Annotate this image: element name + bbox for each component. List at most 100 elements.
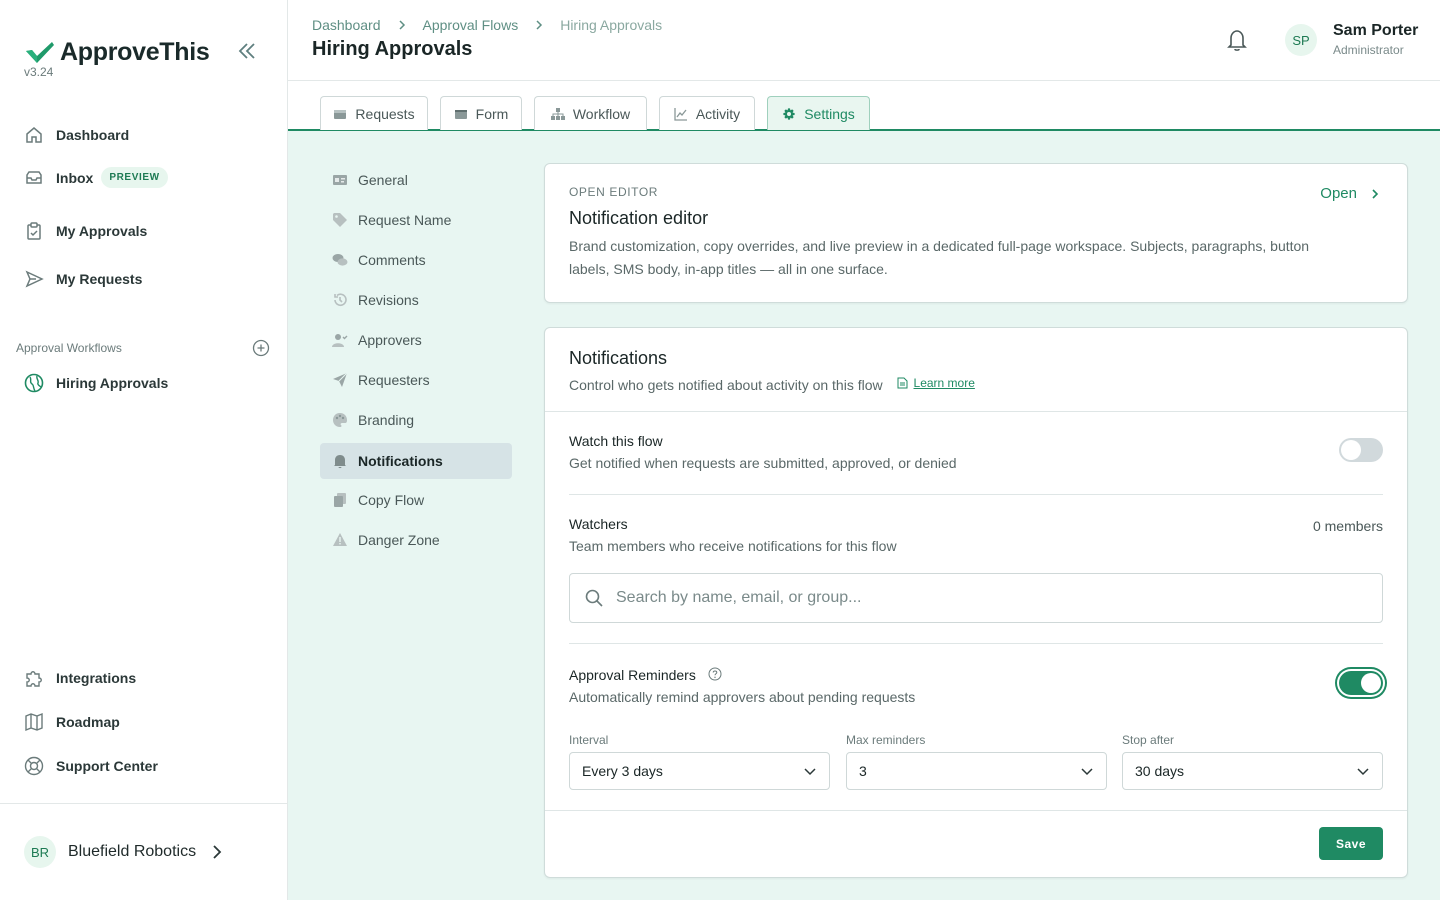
- settings-nav-general[interactable]: General: [320, 162, 512, 198]
- settings-nav-branding[interactable]: Branding: [320, 402, 512, 438]
- tab-label: Activity: [695, 105, 741, 122]
- save-button[interactable]: Save: [1319, 827, 1383, 860]
- page-header: Dashboard Approval Flows Hiring Approval…: [288, 0, 1440, 81]
- max-reminders-value: 3: [859, 763, 867, 779]
- watchers-search-input[interactable]: [616, 589, 1376, 607]
- reminders-subtitle: Automatically remind approvers about pen…: [569, 689, 916, 705]
- sidebar-item-label: Roadmap: [56, 714, 120, 730]
- editor-description-line: Brand customization, copy overrides, and…: [569, 238, 1310, 254]
- card-footer-divider: [545, 810, 1407, 811]
- section-divider: [569, 643, 1383, 644]
- user-check-icon: [332, 334, 348, 347]
- globe-icon: [24, 373, 44, 393]
- sidebar-item-support-center[interactable]: Support Center: [24, 756, 158, 776]
- tab-requests[interactable]: Requests: [320, 96, 428, 130]
- chevron-down-icon: [804, 768, 816, 776]
- puzzle-icon: [26, 671, 42, 687]
- org-switcher[interactable]: BR Bluefield Robotics: [24, 836, 224, 868]
- settings-nav-label: Comments: [358, 252, 426, 268]
- clipboard-icon: [27, 222, 41, 240]
- chevron-right-icon: [536, 20, 543, 30]
- settings-nav-label: Notifications: [358, 453, 443, 469]
- watchers-title: Watchers: [569, 516, 628, 532]
- add-workflow-icon[interactable]: [252, 339, 270, 357]
- editor-description-line: labels, SMS body, in-app titles — all in…: [569, 261, 888, 277]
- tab-label: Form: [475, 105, 509, 122]
- settings-nav-danger-zone[interactable]: Danger Zone: [320, 522, 512, 558]
- settings-nav-requesters[interactable]: Requesters: [320, 362, 512, 398]
- settings-nav-request-name[interactable]: Request Name: [320, 202, 512, 238]
- workflows-section-label: Approval Workflows: [16, 341, 122, 355]
- user-name[interactable]: Sam Porter: [1333, 22, 1418, 40]
- gear-icon: [783, 107, 795, 120]
- settings-nav-notifications[interactable]: Notifications: [320, 443, 512, 479]
- sidebar-item-my-approvals[interactable]: My Approvals: [24, 221, 147, 241]
- notifications-card: Notifications Control who gets notified …: [544, 327, 1408, 878]
- sidebar-item-label: Hiring Approvals: [56, 375, 169, 391]
- settings-nav-revisions[interactable]: Revisions: [320, 282, 512, 318]
- collapse-sidebar-icon[interactable]: [236, 40, 258, 62]
- app-name: ApproveThis: [60, 38, 210, 66]
- learn-more-link[interactable]: Learn more: [897, 376, 975, 390]
- org-avatar: BR: [24, 836, 56, 868]
- tab-label: Workflow: [572, 105, 631, 122]
- learn-more-label: Learn more: [913, 376, 975, 390]
- chevron-right-icon: [1372, 188, 1379, 199]
- inbox-icon: [26, 170, 42, 184]
- max-reminders-select[interactable]: 3: [846, 752, 1107, 790]
- chevron-right-icon: [213, 845, 222, 859]
- watch-flow-toggle[interactable]: [1339, 438, 1383, 462]
- checkmark-logo-icon: [26, 41, 54, 63]
- tab-label: Requests: [355, 105, 415, 122]
- send-icon: [25, 270, 44, 288]
- app-version: v3.24: [24, 65, 54, 79]
- warning-icon: [333, 533, 347, 546]
- breadcrumb-approval-flows[interactable]: Approval Flows: [423, 17, 519, 33]
- sidebar-divider: [0, 803, 287, 804]
- tag-icon: [333, 213, 347, 227]
- comments-icon: [332, 254, 348, 266]
- settings-nav-label: Revisions: [358, 292, 419, 308]
- notifications-title: Notifications: [569, 348, 668, 368]
- watch-subtitle: Get notified when requests are submitted…: [569, 455, 957, 471]
- approval-reminders-toggle[interactable]: [1339, 671, 1383, 695]
- tab-workflow[interactable]: Workflow: [534, 96, 647, 130]
- tab-label: Settings: [804, 105, 855, 122]
- watchers-subtitle: Team members who receive notifications f…: [569, 538, 897, 554]
- interval-value: Every 3 days: [582, 763, 663, 779]
- tab-form[interactable]: Form: [440, 96, 522, 130]
- settings-nav-label: Approvers: [358, 332, 422, 348]
- notifications-subtitle-text: Control who gets notified about activity…: [569, 377, 883, 393]
- sidebar: ApproveThis v3.24 Dashboard Inbox PREVIE…: [0, 0, 288, 900]
- tab-activity[interactable]: Activity: [659, 96, 755, 130]
- sidebar-item-roadmap[interactable]: Roadmap: [24, 712, 120, 732]
- notifications-bell-icon[interactable]: [1226, 28, 1248, 52]
- sidebar-item-inbox[interactable]: Inbox PREVIEW: [24, 167, 168, 188]
- preview-badge: PREVIEW: [101, 167, 168, 188]
- palette-icon: [333, 413, 347, 427]
- card-divider: [545, 411, 1407, 412]
- sidebar-item-label: My Requests: [56, 271, 143, 287]
- sidebar-item-my-requests[interactable]: My Requests: [24, 269, 142, 289]
- app-logo[interactable]: ApproveThis: [24, 38, 210, 67]
- user-role: Administrator: [1333, 43, 1404, 57]
- breadcrumb-dashboard[interactable]: Dashboard: [312, 17, 381, 33]
- sidebar-item-hiring-approvals[interactable]: Hiring Approvals: [24, 373, 168, 393]
- map-icon: [25, 712, 43, 732]
- open-editor-link[interactable]: Open: [1320, 185, 1381, 202]
- interval-select[interactable]: Every 3 days: [569, 752, 830, 790]
- tab-settings[interactable]: Settings: [767, 96, 870, 130]
- settings-main: General Request Name Comments Revisions …: [288, 131, 1440, 900]
- sidebar-item-integrations[interactable]: Integrations: [24, 668, 136, 688]
- reminders-title-row: Approval Reminders: [569, 667, 722, 683]
- reminders-title: Approval Reminders: [569, 667, 696, 683]
- stop-after-select[interactable]: 30 days: [1122, 752, 1383, 790]
- settings-nav-approvers[interactable]: Approvers: [320, 322, 512, 358]
- tray-icon: [334, 109, 347, 119]
- settings-nav-copy-flow[interactable]: Copy Flow: [320, 482, 512, 518]
- settings-nav-comments[interactable]: Comments: [320, 242, 512, 278]
- watchers-search[interactable]: [569, 573, 1383, 623]
- help-icon[interactable]: [708, 667, 722, 681]
- sidebar-item-dashboard[interactable]: Dashboard: [24, 125, 129, 145]
- user-avatar[interactable]: SP: [1285, 24, 1317, 56]
